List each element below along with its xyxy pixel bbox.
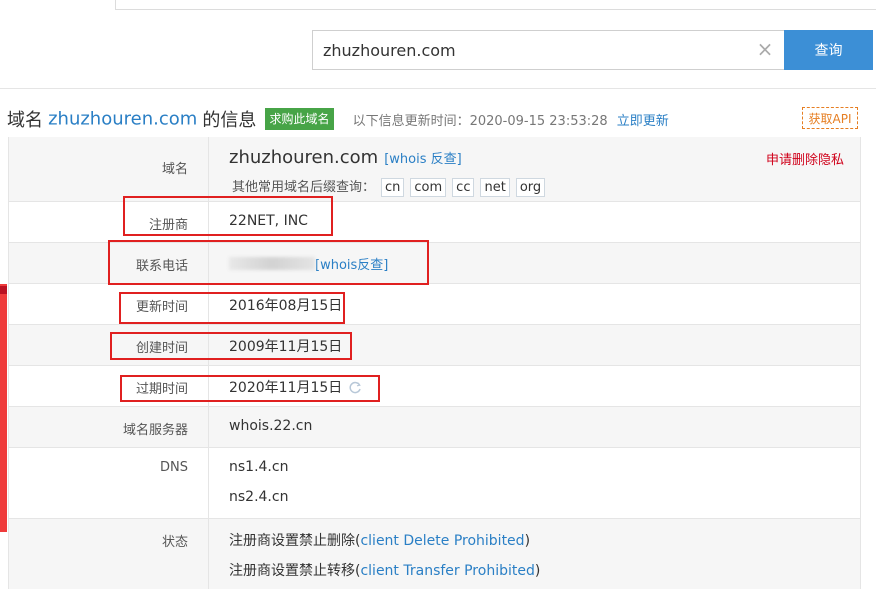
table-row-domain: 域名 zhuzhouren.com [whois 反查] 申请删除隐私 其他常用域…: [9, 137, 860, 202]
table-row-created: 创建时间 2009年11月15日: [9, 325, 860, 366]
search-button[interactable]: 查询: [784, 30, 873, 70]
row-label: 域名: [161, 162, 188, 177]
status-code-link[interactable]: client Transfer Prohibited: [360, 563, 534, 579]
title-domain[interactable]: zhuzhouren.com: [48, 109, 197, 130]
active-tab[interactable]: [0, 0, 115, 10]
updated-value: 2016年08月15日: [229, 298, 343, 314]
domain-value: zhuzhouren.com [whois 反查]: [229, 147, 462, 168]
row-label: 更新时间: [135, 300, 188, 315]
update-time-text: 以下信息更新时间：2020-09-15 23:53:28: [352, 113, 608, 129]
suffix-cn[interactable]: cn: [381, 178, 405, 197]
tab-strip: [115, 0, 876, 10]
privacy-removal-link[interactable]: 申请删除隐私: [766, 149, 844, 168]
created-value: 2009年11月15日: [229, 339, 343, 355]
expires-value: 2020年11月15日: [229, 377, 362, 397]
suffix-org[interactable]: org: [515, 178, 546, 197]
refresh-icon[interactable]: [348, 381, 362, 395]
side-edge-strip: [0, 284, 7, 532]
table-row-status: 状态 注册商设置禁止删除(client Delete Prohibited) 注…: [9, 519, 860, 589]
phone-value: [whois反查]: [229, 254, 388, 273]
page-title: 域名 zhuzhouren.com 的信息 求购此域名 以下信息更新时间：202…: [7, 106, 669, 132]
table-row-phone: 联系电话 [whois反查]: [9, 243, 860, 284]
phone-whois-link[interactable]: [whois反查]: [315, 258, 388, 273]
table-row-updated: 更新时间 2016年08月15日: [9, 284, 860, 325]
registrar-value: 22NET, INC: [229, 213, 308, 229]
title-suffix: 的信息: [202, 110, 257, 131]
buy-domain-button[interactable]: 求购此域名: [265, 108, 334, 130]
table-row-dns: DNS ns1.4.cn ns2.4.cn: [9, 448, 860, 519]
suffix-net[interactable]: net: [480, 178, 510, 197]
status-item: 注册商设置禁止删除(client Delete Prohibited): [229, 533, 531, 549]
table-row-server: 域名服务器 whois.22.cn: [9, 407, 860, 448]
whois-reverse-link[interactable]: [whois 反查]: [384, 152, 462, 167]
top-tab-bar: [0, 0, 876, 10]
server-value: whois.22.cn: [229, 418, 313, 434]
status-item: 注册商设置禁止转移(client Transfer Prohibited): [229, 563, 541, 579]
row-label: 状态: [161, 535, 188, 550]
dns-value: ns1.4.cn: [229, 459, 289, 475]
suffix-cc[interactable]: cc: [452, 178, 475, 197]
blurred-phone: [229, 257, 315, 270]
get-api-button[interactable]: 获取API: [802, 107, 858, 129]
suffix-prompt: 其他常用域名后缀查询：: [232, 180, 376, 195]
search-bar: × 查询: [312, 30, 873, 70]
row-label: 域名服务器: [122, 423, 188, 438]
search-input[interactable]: [312, 30, 793, 70]
title-prefix: 域名: [7, 110, 43, 131]
row-label: 过期时间: [135, 382, 188, 397]
whois-panel: 域名 zhuzhouren.com 的信息 求购此域名 以下信息更新时间：202…: [0, 88, 876, 589]
row-label: 创建时间: [135, 341, 188, 356]
whois-table: 域名 zhuzhouren.com [whois 反查] 申请删除隐私 其他常用域…: [8, 137, 861, 589]
row-label: 联系电话: [135, 259, 188, 274]
side-edge-mark: [0, 286, 7, 294]
table-row-expires: 过期时间 2020年11月15日: [9, 366, 860, 407]
row-label: DNS: [160, 460, 188, 475]
row-label: 注册商: [148, 218, 188, 233]
suffix-com[interactable]: com: [410, 178, 447, 197]
update-now-link[interactable]: 立即更新: [617, 114, 669, 129]
dns-value: ns2.4.cn: [229, 489, 289, 505]
close-icon[interactable]: ×: [755, 39, 775, 59]
table-row-registrar: 注册商 22NET, INC: [9, 202, 860, 243]
status-code-link[interactable]: client Delete Prohibited: [360, 533, 524, 549]
suffix-query: 其他常用域名后缀查询： cn com cc net org: [232, 176, 546, 197]
